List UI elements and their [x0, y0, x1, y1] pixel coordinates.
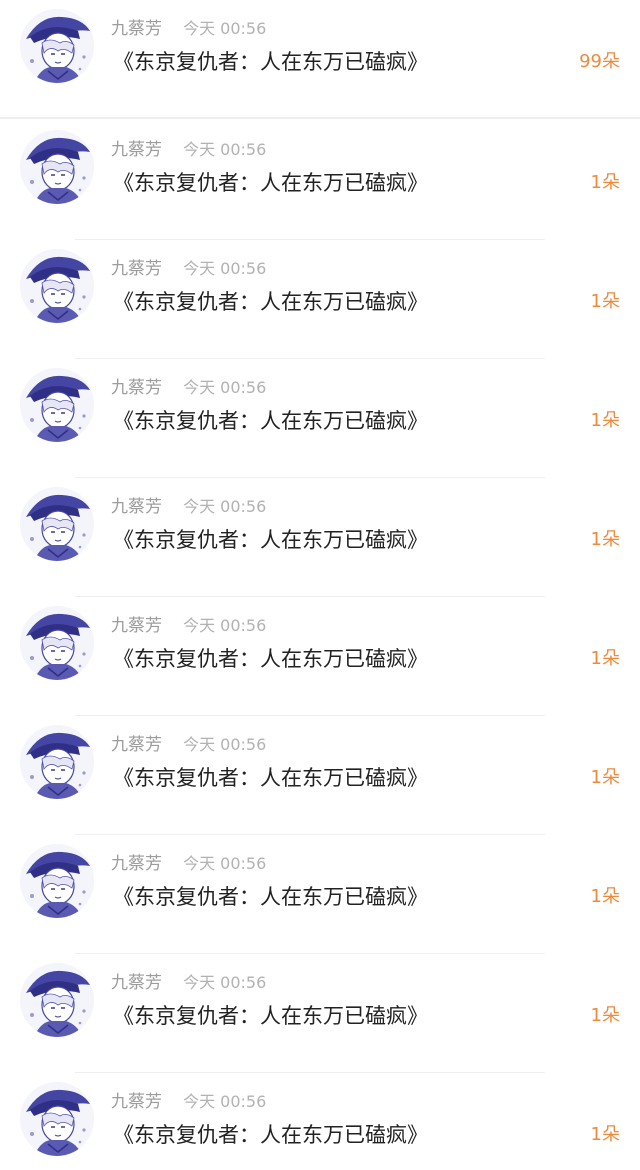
book-title[interactable]: 《东京复仇者：人在东万已磕疯》: [113, 1001, 428, 1031]
gift-count: 99朵: [579, 51, 620, 72]
record-meta: 九蔡芳 今天 00:56: [111, 376, 266, 400]
username[interactable]: 九蔡芳: [111, 854, 162, 874]
book-title[interactable]: 《东京复仇者：人在东万已磕疯》: [113, 644, 428, 674]
book-title[interactable]: 《东京复仇者：人在东万已磕疯》: [113, 47, 428, 77]
record-meta: 九蔡芳 今天 00:56: [111, 495, 266, 519]
anime-avatar-icon[interactable]: [20, 249, 94, 323]
record-meta: 九蔡芳 今天 00:56: [111, 971, 266, 995]
anime-avatar-icon[interactable]: [20, 9, 94, 83]
username[interactable]: 九蔡芳: [111, 19, 162, 39]
anime-avatar-icon[interactable]: [20, 487, 94, 561]
list-item[interactable]: 九蔡芳 今天 00:56 《东京复仇者：人在东万已磕疯》 1朵: [0, 359, 640, 478]
username[interactable]: 九蔡芳: [111, 497, 162, 517]
record-meta: 九蔡芳 今天 00:56: [111, 1090, 266, 1114]
book-title[interactable]: 《东京复仇者：人在东万已磕疯》: [113, 882, 428, 912]
list-item[interactable]: 九蔡芳 今天 00:56 《东京复仇者：人在东万已磕疯》 99朵: [0, 0, 640, 119]
list-item[interactable]: 九蔡芳 今天 00:56 《东京复仇者：人在东万已磕疯》 1朵: [0, 835, 640, 954]
username[interactable]: 九蔡芳: [111, 378, 162, 398]
timestamp: 今天 00:56: [183, 140, 267, 159]
record-meta: 九蔡芳 今天 00:56: [111, 138, 266, 162]
list-item[interactable]: 九蔡芳 今天 00:56 《东京复仇者：人在东万已磕疯》 1朵: [0, 1073, 640, 1170]
timestamp: 今天 00:56: [183, 1092, 267, 1111]
record-meta: 九蔡芳 今天 00:56: [111, 17, 266, 41]
list-item[interactable]: 九蔡芳 今天 00:56 《东京复仇者：人在东万已磕疯》 1朵: [0, 597, 640, 716]
list-item[interactable]: 九蔡芳 今天 00:56 《东京复仇者：人在东万已磕疯》 1朵: [0, 954, 640, 1073]
anime-avatar-icon[interactable]: [20, 725, 94, 799]
timestamp: 今天 00:56: [183, 19, 267, 38]
book-title[interactable]: 《东京复仇者：人在东万已磕疯》: [113, 525, 428, 555]
timestamp: 今天 00:56: [183, 735, 267, 754]
timestamp: 今天 00:56: [183, 854, 267, 873]
username[interactable]: 九蔡芳: [111, 735, 162, 755]
book-title[interactable]: 《东京复仇者：人在东万已磕疯》: [113, 763, 428, 793]
gift-count: 1朵: [590, 648, 620, 669]
gift-count: 1朵: [590, 172, 620, 193]
username[interactable]: 九蔡芳: [111, 1092, 162, 1112]
book-title[interactable]: 《东京复仇者：人在东万已磕疯》: [113, 168, 428, 198]
record-meta: 九蔡芳 今天 00:56: [111, 733, 266, 757]
book-title[interactable]: 《东京复仇者：人在东万已磕疯》: [113, 1120, 428, 1150]
record-meta: 九蔡芳 今天 00:56: [111, 614, 266, 638]
timestamp: 今天 00:56: [183, 259, 267, 278]
timestamp: 今天 00:56: [183, 616, 267, 635]
anime-avatar-icon[interactable]: [20, 606, 94, 680]
list-item[interactable]: 九蔡芳 今天 00:56 《东京复仇者：人在东万已磕疯》 1朵: [0, 478, 640, 597]
anime-avatar-icon[interactable]: [20, 130, 94, 204]
gift-count: 1朵: [590, 1005, 620, 1026]
anime-avatar-icon[interactable]: [20, 963, 94, 1037]
gift-record-list: 九蔡芳 今天 00:56 《东京复仇者：人在东万已磕疯》 99朵 九蔡芳 今天 …: [0, 0, 640, 1170]
timestamp: 今天 00:56: [183, 378, 267, 397]
record-meta: 九蔡芳 今天 00:56: [111, 852, 266, 876]
book-title[interactable]: 《东京复仇者：人在东万已磕疯》: [113, 287, 428, 317]
gift-count: 1朵: [590, 886, 620, 907]
anime-avatar-icon[interactable]: [20, 844, 94, 918]
username[interactable]: 九蔡芳: [111, 616, 162, 636]
username[interactable]: 九蔡芳: [111, 259, 162, 279]
record-meta: 九蔡芳 今天 00:56: [111, 257, 266, 281]
anime-avatar-icon[interactable]: [20, 368, 94, 442]
timestamp: 今天 00:56: [183, 973, 267, 992]
gift-count: 1朵: [590, 1124, 620, 1145]
username[interactable]: 九蔡芳: [111, 140, 162, 160]
anime-avatar-icon[interactable]: [20, 1082, 94, 1156]
gift-count: 1朵: [590, 767, 620, 788]
timestamp: 今天 00:56: [183, 497, 267, 516]
gift-count: 1朵: [590, 410, 620, 431]
gift-count: 1朵: [590, 291, 620, 312]
username[interactable]: 九蔡芳: [111, 973, 162, 993]
gift-count: 1朵: [590, 529, 620, 550]
list-item[interactable]: 九蔡芳 今天 00:56 《东京复仇者：人在东万已磕疯》 1朵: [0, 716, 640, 835]
list-item[interactable]: 九蔡芳 今天 00:56 《东京复仇者：人在东万已磕疯》 1朵: [0, 240, 640, 359]
list-item[interactable]: 九蔡芳 今天 00:56 《东京复仇者：人在东万已磕疯》 1朵: [0, 121, 640, 240]
book-title[interactable]: 《东京复仇者：人在东万已磕疯》: [113, 406, 428, 436]
